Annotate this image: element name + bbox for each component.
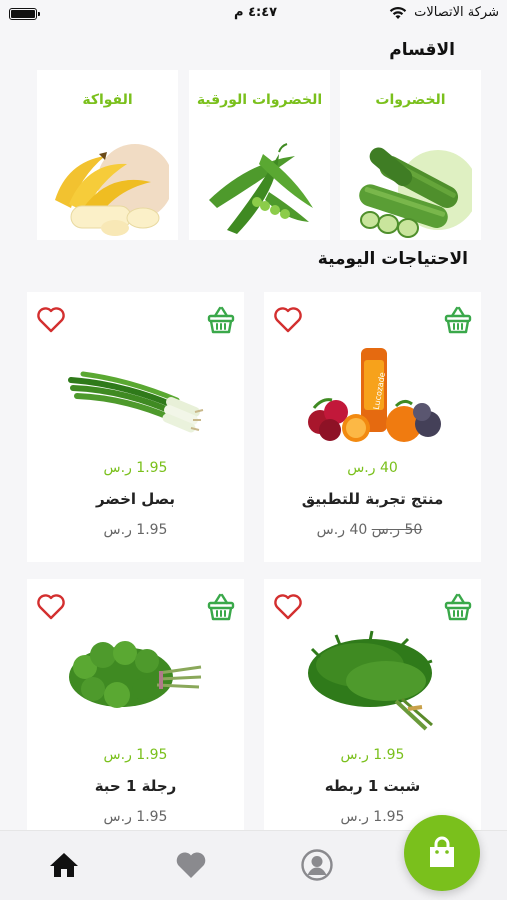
purslane-image bbox=[69, 641, 202, 708]
current-price: 1.95 ر.س bbox=[103, 522, 168, 538]
product-price-row: 1.95 ر.س bbox=[27, 809, 244, 825]
basket-icon[interactable] bbox=[443, 305, 473, 335]
product-card[interactable]: 1.95 ر.س بصل اخضر 1.95 ر.س bbox=[27, 292, 244, 562]
basket-icon[interactable] bbox=[206, 592, 236, 622]
profile-icon[interactable] bbox=[301, 849, 333, 881]
shopping-bag-icon bbox=[430, 836, 454, 867]
product-name: منتج تجربة للتطبيق bbox=[301, 490, 444, 508]
product-card[interactable]: 1.95 ر.س رجلة 1 حبة 1.95 ر.س bbox=[27, 579, 244, 849]
product-name: شبت 1 ربطه bbox=[324, 777, 421, 795]
category-label: الخضروات bbox=[375, 92, 446, 108]
product-price: 1.95 ر.س bbox=[103, 460, 168, 476]
current-price: 1.95 ر.س bbox=[340, 809, 405, 825]
product-price-row: 50 ر.س 40 ر.س bbox=[264, 522, 481, 538]
category-label: الفواكة bbox=[82, 92, 133, 108]
product-card[interactable]: 1.95 ر.س شبت 1 ربطه 1.95 ر.س bbox=[264, 579, 481, 849]
heart-icon[interactable] bbox=[175, 849, 207, 881]
daily-needs-title: الاحتياجات اليومية bbox=[317, 249, 468, 269]
mixed-fruits-juice-image: Lucozade bbox=[308, 348, 441, 442]
heart-icon[interactable] bbox=[36, 593, 66, 621]
green-onion-image bbox=[68, 371, 204, 433]
cucumbers-image bbox=[359, 147, 472, 238]
heart-icon[interactable] bbox=[36, 306, 66, 334]
current-price: 1.95 ر.س bbox=[103, 809, 168, 825]
status-time: ٤:٤٧ م bbox=[234, 5, 278, 20]
product-name: رجلة 1 حبة bbox=[94, 777, 177, 795]
old-price: 50 ر.س bbox=[371, 522, 423, 538]
battery-icon bbox=[9, 8, 40, 20]
category-label: الخضروات الورقية bbox=[196, 92, 323, 108]
categories-title: الاقسام bbox=[389, 40, 455, 60]
wifi-icon bbox=[389, 7, 407, 19]
product-price: 1.95 ر.س bbox=[340, 747, 405, 763]
product-price-row: 1.95 ر.س bbox=[27, 522, 244, 538]
carrier-name: شركة الاتصالات bbox=[414, 5, 499, 20]
product-card[interactable]: Lucozade 40 ر.س منتج تجربة للتطبيق 50 ر.… bbox=[264, 292, 481, 562]
category-leafy-vegetables[interactable]: الخضروات الورقية bbox=[189, 70, 330, 240]
home-icon[interactable] bbox=[48, 849, 80, 881]
category-vegetables[interactable]: الخضروات bbox=[340, 70, 481, 240]
heart-icon[interactable] bbox=[273, 593, 303, 621]
status-bar: شركة الاتصالات ٤:٤٧ م bbox=[0, 0, 507, 28]
product-name: بصل اخضر bbox=[95, 490, 176, 508]
dill-image bbox=[308, 630, 433, 731]
current-price: 40 ر.س bbox=[316, 522, 368, 538]
product-price: 40 ر.س bbox=[347, 460, 398, 476]
basket-icon[interactable] bbox=[443, 592, 473, 622]
bananas-image bbox=[55, 144, 169, 236]
basket-icon[interactable] bbox=[206, 305, 236, 335]
product-price: 1.95 ر.س bbox=[103, 747, 168, 763]
cart-button[interactable] bbox=[404, 815, 480, 891]
category-fruits[interactable]: الفواكة bbox=[37, 70, 178, 240]
heart-icon[interactable] bbox=[273, 306, 303, 334]
peas-image bbox=[209, 143, 313, 234]
